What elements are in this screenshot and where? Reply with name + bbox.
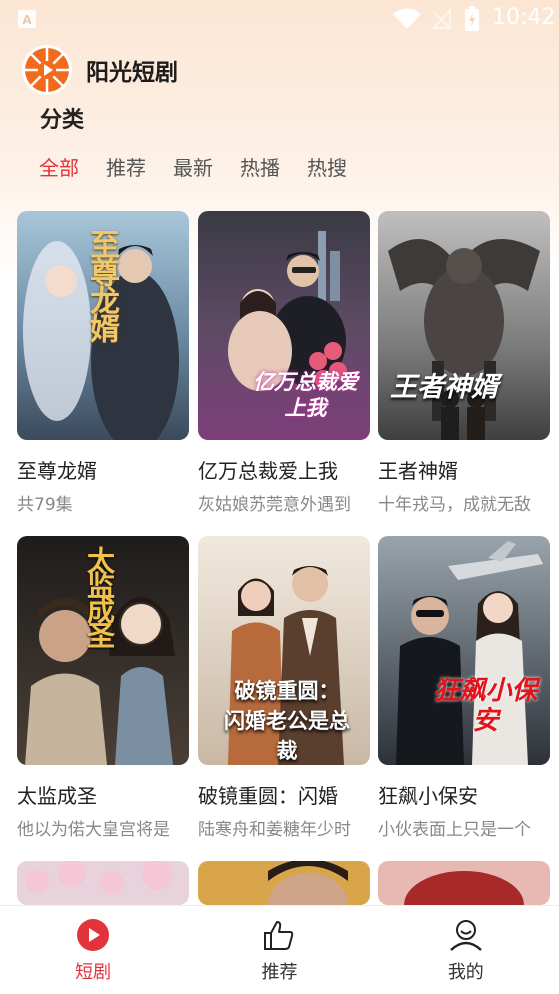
drama-subtitle: 十年戎马，成就无敌 <box>378 495 531 515</box>
poster-title-art: 至尊龙婿 <box>84 229 119 341</box>
battery-icon <box>465 6 479 31</box>
poster-title-art: 太监成圣 <box>83 546 116 646</box>
tab-hot[interactable]: 热播 <box>240 154 280 182</box>
drama-poster[interactable]: 狂飙小保安 <box>378 536 550 765</box>
section-title: 分类 <box>40 108 85 133</box>
poster-title-art: 王者神婿 <box>390 372 498 403</box>
tab-trending-search[interactable]: 热搜 <box>307 154 347 182</box>
drama-title[interactable]: 亿万总裁爱上我 <box>198 455 370 484</box>
status-time: 10:42 <box>492 5 556 30</box>
drama-card[interactable]: 破镜重圆： 闪婚老公是总裁 破镜重圆：闪婚 陆寒舟和姜糖年少时 <box>198 536 370 840</box>
drama-title[interactable]: 至尊龙婿 <box>17 455 189 484</box>
drama-card[interactable] <box>17 861 189 905</box>
drama-title[interactable]: 王者神婿 <box>378 455 550 484</box>
tab-recommended[interactable]: 推荐 <box>106 154 146 182</box>
notification-a-icon: A <box>18 10 36 28</box>
play-circle-icon <box>77 919 110 951</box>
drama-title[interactable]: 狂飙小保安 <box>378 780 550 809</box>
drama-card[interactable] <box>198 861 370 905</box>
drama-poster[interactable]: 亿万总裁爱上我 <box>198 211 370 440</box>
category-tabs: 全部 推荐 最新 热播 热搜 <box>39 154 374 182</box>
drama-subtitle: 陆寒舟和姜糖年少时 <box>198 820 351 840</box>
drama-title[interactable]: 太监成圣 <box>17 780 189 809</box>
tab-all[interactable]: 全部 <box>39 154 79 182</box>
thumbs-up-icon <box>264 921 294 950</box>
app-logo-icon <box>22 45 72 95</box>
drama-poster[interactable]: 破镜重圆： 闪婚老公是总裁 <box>198 536 370 765</box>
app-header: 阳光短剧 <box>22 44 178 96</box>
user-icon <box>449 920 482 951</box>
drama-title[interactable]: 破镜重圆：闪婚 <box>198 780 370 809</box>
app-name: 阳光短剧 <box>86 60 178 86</box>
no-signal-icon <box>432 8 451 29</box>
drama-card[interactable]: 狂飙小保安 狂飙小保安 小伙表面上只是一个 <box>378 536 550 840</box>
drama-poster[interactable]: 王者神婿 <box>378 211 550 440</box>
drama-poster[interactable]: 至尊龙婿 <box>17 211 189 440</box>
poster-title-art: 破镜重圆： 闪婚老公是总裁 <box>224 678 350 763</box>
drama-poster[interactable] <box>17 861 189 905</box>
drama-card[interactable]: 亿万总裁爱上我 亿万总裁爱上我 灰姑娘苏莞意外遇到 <box>198 211 370 515</box>
wifi-icon <box>393 8 421 29</box>
nav-label: 推荐 <box>261 962 298 983</box>
drama-poster[interactable] <box>378 861 550 905</box>
drama-poster[interactable] <box>198 861 370 905</box>
svg-text:A: A <box>22 13 32 27</box>
status-bar: A 10:42 <box>0 0 559 38</box>
drama-poster[interactable]: 太监成圣 <box>17 536 189 765</box>
drama-card[interactable]: 太监成圣 太监成圣 他以为偌大皇宫将是 <box>17 536 189 840</box>
drama-card[interactable]: 王者神婿 王者神婿 十年戎马，成就无敌 <box>378 211 550 515</box>
tab-latest[interactable]: 最新 <box>173 154 213 182</box>
drama-subtitle: 共79集 <box>17 495 73 515</box>
drama-subtitle: 小伙表面上只是一个 <box>378 820 531 840</box>
nav-recommend[interactable]: 推荐 <box>186 906 372 994</box>
poster-title-art: 亿万总裁爱上我 <box>253 369 358 420</box>
drama-subtitle: 灰姑娘苏莞意外遇到 <box>198 495 351 515</box>
nav-shorts[interactable]: 短剧 <box>0 906 186 994</box>
drama-card[interactable] <box>378 861 550 905</box>
drama-card[interactable]: 至尊龙婿 至尊龙婿 共79集 <box>17 211 189 515</box>
poster-title-art: 狂飙小保安 <box>433 676 538 736</box>
nav-label: 短剧 <box>75 962 112 983</box>
nav-profile[interactable]: 我的 <box>373 906 559 994</box>
bottom-navigation: 短剧 推荐 我的 <box>0 905 559 994</box>
nav-label: 我的 <box>447 962 484 983</box>
drama-subtitle: 他以为偌大皇宫将是 <box>17 820 170 840</box>
